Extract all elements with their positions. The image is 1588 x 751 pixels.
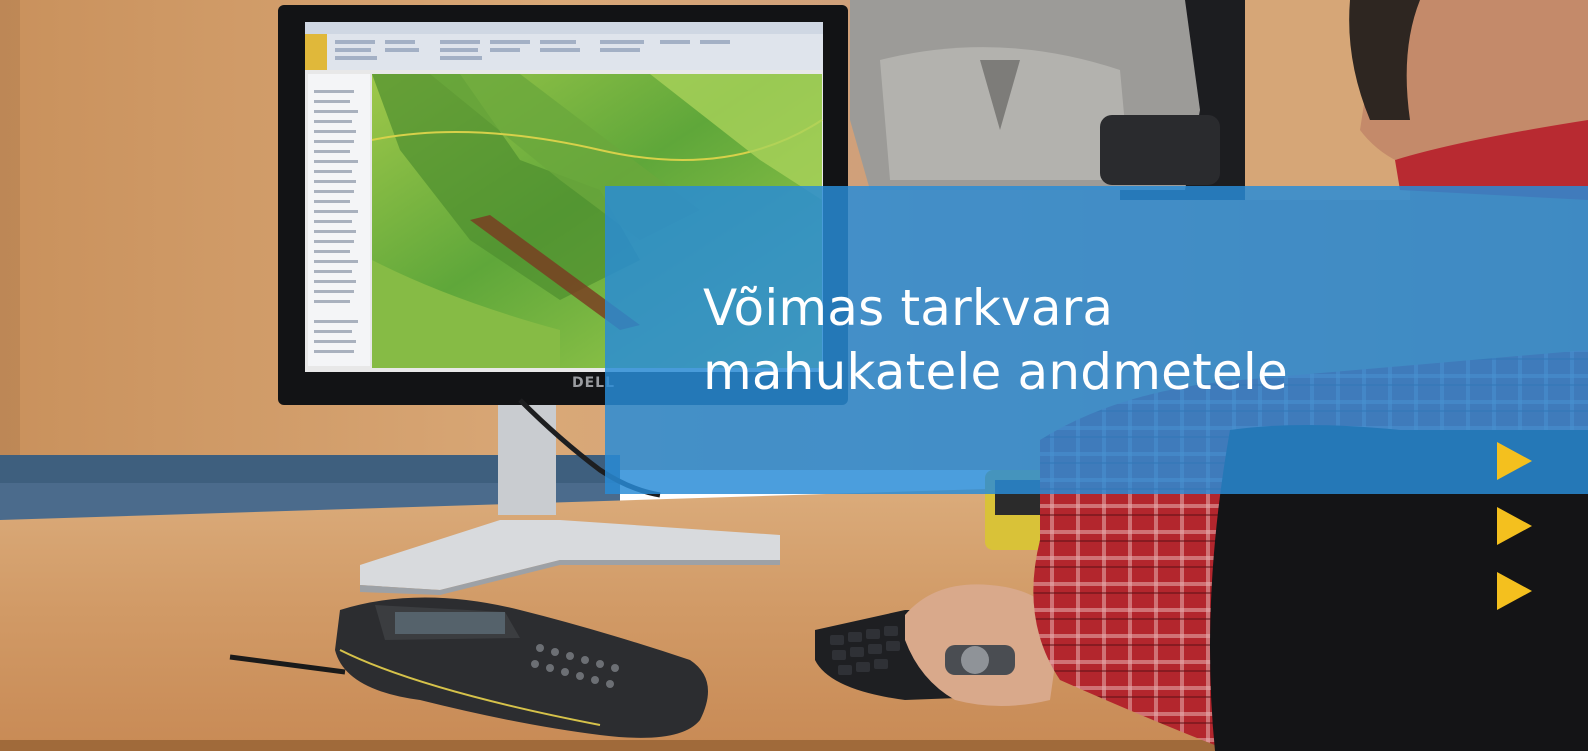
play-triangle-icon (1497, 507, 1532, 545)
banner-headline: Võimas tarkvara mahukatele andmetele (703, 276, 1288, 404)
arrow-markers (1497, 442, 1533, 612)
headline-line-2: mahukatele andmetele (703, 343, 1288, 401)
play-triangle-icon (1497, 572, 1532, 610)
play-triangle-icon (1497, 442, 1532, 480)
headline-banner: Võimas tarkvara mahukatele andmetele (605, 186, 1588, 494)
hero-banner: DELL Võimas tarkvara mahukatele andmetel… (0, 0, 1588, 751)
headline-line-1: Võimas tarkvara (703, 279, 1114, 337)
